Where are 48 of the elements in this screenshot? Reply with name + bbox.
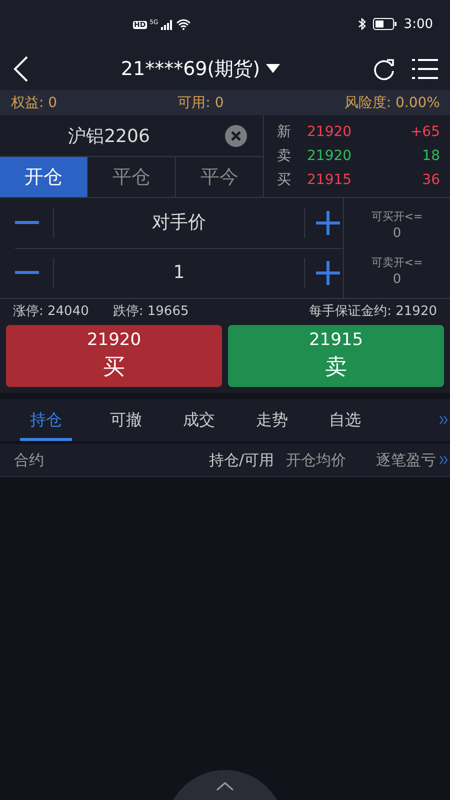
sell-button[interactable]: 21915 卖	[228, 325, 444, 387]
quote-price: 21920	[307, 124, 352, 140]
column-header: 持仓/可用	[208, 450, 274, 470]
capacity-label: 可卖开<=	[371, 255, 423, 270]
account-stat: 可用: 0	[178, 94, 224, 112]
account-stat: 风险度: 0.00%	[344, 94, 440, 112]
bluetooth-icon	[358, 18, 366, 30]
limit-up: 涨停: 24040	[13, 303, 89, 320]
capacity-label: 可买开<=	[371, 209, 423, 224]
minus-icon[interactable]	[15, 220, 39, 225]
order-tab[interactable]: 平今	[175, 157, 263, 197]
stepper-value[interactable]: 对手价	[53, 208, 305, 238]
battery-icon	[372, 18, 397, 30]
clear-icon[interactable]	[224, 124, 248, 148]
minus-icon[interactable]	[15, 271, 39, 276]
dropdown-icon	[266, 64, 280, 74]
quote-price: 21920	[307, 148, 352, 164]
column-header: 逐笔盈亏	[376, 450, 436, 470]
quote-amount: 18	[422, 148, 440, 164]
back-icon[interactable]	[13, 56, 29, 82]
buy-button[interactable]: 21920 买	[6, 325, 222, 387]
capacity-value: 0	[392, 226, 402, 241]
signal-icon	[161, 20, 174, 30]
quote-label: 卖	[277, 147, 292, 165]
capacity-value: 0	[392, 272, 402, 287]
refresh-icon[interactable]	[372, 57, 396, 81]
panel-tab[interactable]: 持仓	[20, 399, 72, 441]
plus-icon[interactable]	[316, 210, 340, 235]
clock-time: 3:00	[404, 16, 433, 32]
margin-estimate: 每手保证金约: 21920	[309, 303, 437, 320]
chevron-up-icon	[216, 782, 234, 791]
menu-icon[interactable]	[412, 58, 438, 80]
order-tab[interactable]: 平仓	[87, 157, 175, 197]
quote-amount: +65	[410, 124, 440, 140]
double-chevron-icon[interactable]	[439, 415, 448, 425]
double-chevron-icon[interactable]	[439, 455, 448, 465]
quote-label: 买	[277, 171, 292, 189]
account-stat: 权益: 0	[11, 94, 58, 112]
quote-amount: 36	[422, 172, 440, 188]
order-tab[interactable]: 开仓	[0, 157, 87, 197]
column-header: 开仓均价	[286, 450, 346, 470]
stepper-value[interactable]: 1	[53, 258, 305, 288]
plus-icon[interactable]	[316, 261, 340, 286]
wifi-icon	[176, 19, 192, 30]
column-header: 合约	[14, 450, 44, 470]
quote-label: 新	[277, 123, 292, 141]
quote-price: 21915	[307, 172, 352, 188]
limit-down: 跌停: 19665	[112, 303, 189, 320]
